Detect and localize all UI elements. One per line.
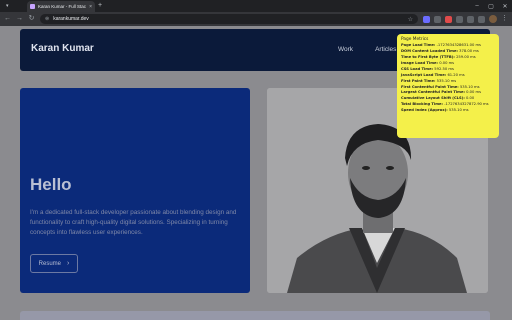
url-text[interactable]: karankumar.dev — [53, 16, 403, 22]
extension-icon[interactable] — [423, 15, 430, 23]
bookmark-star-icon[interactable]: ☆ — [408, 16, 413, 23]
profile-avatar[interactable] — [489, 15, 497, 23]
site-favicon-icon — [30, 4, 35, 9]
site-nav: Work Articles — [338, 46, 396, 53]
resume-button-label: Resume — [38, 260, 61, 267]
nav-link-articles[interactable]: Articles — [375, 46, 396, 53]
site-info-icon[interactable]: ⊜ — [45, 16, 49, 22]
extension-icon[interactable] — [445, 15, 452, 23]
chevron-right-icon: › — [67, 260, 70, 267]
hero-card: Hello I'm a dedicated full-stack develop… — [20, 88, 250, 293]
window-controls: – ▢ ✕ — [470, 0, 512, 12]
minimize-button[interactable]: – — [470, 0, 484, 12]
hero-title: Hello — [30, 175, 72, 194]
extension-icon[interactable] — [456, 15, 463, 23]
hero-description: I'm a dedicated full-stack developer pas… — [30, 209, 237, 236]
tab-search-icon[interactable]: ▾ — [6, 3, 12, 9]
site-brand[interactable]: Karan Kumar — [31, 43, 94, 54]
metric-row: Speed Index (Approx): 535.10 ms — [401, 108, 469, 113]
page-metrics-panel: Page Metrics Page Load Time: -1727634328… — [397, 34, 499, 138]
browser-tab[interactable]: Karan Kumar - Full Stack Dev × — [27, 1, 95, 12]
metrics-title: Page Metrics — [401, 37, 429, 42]
address-bar[interactable]: ⊜ karankumar.dev ☆ — [40, 14, 418, 24]
extensions-puzzle-icon[interactable] — [467, 15, 474, 23]
close-window-button[interactable]: ✕ — [498, 0, 512, 12]
next-section-card — [20, 311, 490, 320]
reload-icon[interactable]: ↻ — [28, 15, 35, 23]
extension-icon[interactable] — [434, 15, 441, 23]
maximize-button[interactable]: ▢ — [484, 0, 498, 12]
forward-icon[interactable]: → — [16, 15, 23, 23]
tab-close-icon[interactable]: × — [89, 4, 92, 10]
tab-title: Karan Kumar - Full Stack Dev — [38, 4, 87, 9]
downloads-icon[interactable] — [478, 15, 485, 23]
nav-link-work[interactable]: Work — [338, 46, 353, 53]
new-tab-button[interactable]: + — [98, 2, 102, 10]
resume-button[interactable]: Resume › — [30, 254, 78, 273]
tab-strip: ▾ Karan Kumar - Full Stack Dev × + – ▢ ✕ — [0, 0, 512, 12]
extension-icons: ⋮ — [423, 15, 508, 23]
menu-kebab-icon[interactable]: ⋮ — [501, 15, 508, 23]
back-icon[interactable]: ← — [4, 15, 11, 23]
browser-toolbar: ← → ↻ ⊜ karankumar.dev ☆ ⋮ — [0, 12, 512, 26]
